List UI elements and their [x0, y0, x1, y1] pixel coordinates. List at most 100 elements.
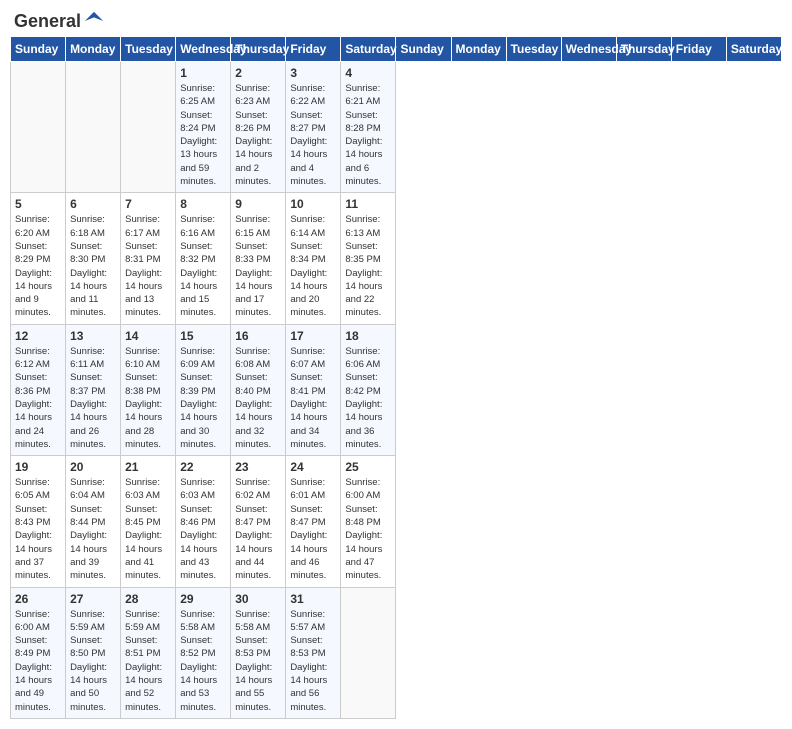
day-number: 20	[70, 460, 116, 474]
col-header-thursday: Thursday	[616, 37, 671, 62]
day-number: 13	[70, 329, 116, 343]
day-info: Sunrise: 6:00 AM Sunset: 8:48 PM Dayligh…	[345, 476, 391, 582]
day-number: 17	[290, 329, 336, 343]
calendar-cell: 4 Sunrise: 6:21 AM Sunset: 8:28 PM Daylig…	[341, 62, 396, 193]
calendar-cell: 18 Sunrise: 6:06 AM Sunset: 8:42 PM Dayli…	[341, 324, 396, 455]
day-number: 3	[290, 66, 336, 80]
calendar-cell: 21 Sunrise: 6:03 AM Sunset: 8:45 PM Dayli…	[121, 456, 176, 587]
calendar-cell: 1Sunrise: 6:25 AM Sunset: 8:24 PM Daylig…	[176, 62, 231, 193]
calendar-cell: 10 Sunrise: 6:14 AM Sunset: 8:34 PM Dayli…	[286, 193, 341, 324]
calendar-cell: 13Sunrise: 6:11 AM Sunset: 8:37 PM Dayli…	[66, 324, 121, 455]
header-sunday: Sunday	[11, 37, 66, 62]
day-number: 16	[235, 329, 281, 343]
day-number: 5	[15, 197, 61, 211]
calendar-cell	[341, 587, 396, 718]
day-number: 11	[345, 197, 391, 211]
day-info: Sunrise: 6:13 AM Sunset: 8:35 PM Dayligh…	[345, 213, 391, 319]
calendar-cell: 2Sunrise: 6:23 AM Sunset: 8:26 PM Daylig…	[231, 62, 286, 193]
day-info: Sunrise: 6:18 AM Sunset: 8:30 PM Dayligh…	[70, 213, 116, 319]
col-header-saturday: Saturday	[726, 37, 781, 62]
day-info: Sunrise: 6:03 AM Sunset: 8:45 PM Dayligh…	[125, 476, 171, 582]
day-info: Sunrise: 6:04 AM Sunset: 8:44 PM Dayligh…	[70, 476, 116, 582]
logo-general: General	[14, 11, 81, 32]
day-number: 12	[15, 329, 61, 343]
header-tuesday: Tuesday	[121, 37, 176, 62]
calendar-week-row: 1Sunrise: 6:25 AM Sunset: 8:24 PM Daylig…	[11, 62, 782, 193]
header-saturday: Saturday	[341, 37, 396, 62]
day-number: 29	[180, 592, 226, 606]
calendar-cell: 16 Sunrise: 6:08 AM Sunset: 8:40 PM Dayli…	[231, 324, 286, 455]
day-number: 15	[180, 329, 226, 343]
day-info: Sunrise: 6:12 AM Sunset: 8:36 PM Dayligh…	[15, 345, 61, 451]
calendar-cell: 23 Sunrise: 6:02 AM Sunset: 8:47 PM Dayli…	[231, 456, 286, 587]
col-header-friday: Friday	[671, 37, 726, 62]
calendar-cell: 11 Sunrise: 6:13 AM Sunset: 8:35 PM Dayli…	[341, 193, 396, 324]
calendar-week-row: 26 Sunrise: 6:00 AM Sunset: 8:49 PM Dayli…	[11, 587, 782, 718]
day-info: Sunrise: 6:25 AM Sunset: 8:24 PM Dayligh…	[180, 82, 226, 188]
calendar-cell: 25Sunrise: 6:00 AM Sunset: 8:48 PM Dayli…	[341, 456, 396, 587]
day-info: Sunrise: 6:00 AM Sunset: 8:49 PM Dayligh…	[15, 608, 61, 714]
col-header-monday: Monday	[451, 37, 506, 62]
calendar-cell: 19 Sunrise: 6:05 AM Sunset: 8:43 PM Dayli…	[11, 456, 66, 587]
day-info: Sunrise: 5:57 AM Sunset: 8:53 PM Dayligh…	[290, 608, 336, 714]
day-info: Sunrise: 6:14 AM Sunset: 8:34 PM Dayligh…	[290, 213, 336, 319]
logo-icon	[83, 10, 105, 32]
day-number: 22	[180, 460, 226, 474]
logo: General	[14, 10, 105, 28]
day-number: 23	[235, 460, 281, 474]
day-info: Sunrise: 5:59 AM Sunset: 8:50 PM Dayligh…	[70, 608, 116, 714]
day-info: Sunrise: 5:58 AM Sunset: 8:52 PM Dayligh…	[180, 608, 226, 714]
day-number: 14	[125, 329, 171, 343]
calendar-week-row: 5 Sunrise: 6:20 AM Sunset: 8:29 PM Daylig…	[11, 193, 782, 324]
calendar-cell: 12 Sunrise: 6:12 AM Sunset: 8:36 PM Dayli…	[11, 324, 66, 455]
col-header-tuesday: Tuesday	[506, 37, 561, 62]
calendar-cell: 7Sunrise: 6:17 AM Sunset: 8:31 PM Daylig…	[121, 193, 176, 324]
day-info: Sunrise: 6:10 AM Sunset: 8:38 PM Dayligh…	[125, 345, 171, 451]
day-number: 10	[290, 197, 336, 211]
day-info: Sunrise: 6:02 AM Sunset: 8:47 PM Dayligh…	[235, 476, 281, 582]
day-info: Sunrise: 5:58 AM Sunset: 8:53 PM Dayligh…	[235, 608, 281, 714]
calendar-cell: 31 Sunrise: 5:57 AM Sunset: 8:53 PM Dayli…	[286, 587, 341, 718]
calendar-cell: 5 Sunrise: 6:20 AM Sunset: 8:29 PM Daylig…	[11, 193, 66, 324]
day-info: Sunrise: 6:01 AM Sunset: 8:47 PM Dayligh…	[290, 476, 336, 582]
calendar-cell: 6Sunrise: 6:18 AM Sunset: 8:30 PM Daylig…	[66, 193, 121, 324]
day-info: Sunrise: 6:03 AM Sunset: 8:46 PM Dayligh…	[180, 476, 226, 582]
calendar-cell: 14 Sunrise: 6:10 AM Sunset: 8:38 PM Dayli…	[121, 324, 176, 455]
calendar-cell: 29 Sunrise: 5:58 AM Sunset: 8:52 PM Dayli…	[176, 587, 231, 718]
calendar-cell: 26 Sunrise: 6:00 AM Sunset: 8:49 PM Dayli…	[11, 587, 66, 718]
header-thursday: Thursday	[231, 37, 286, 62]
calendar-cell: 15 Sunrise: 6:09 AM Sunset: 8:39 PM Dayli…	[176, 324, 231, 455]
calendar-cell: 28 Sunrise: 5:59 AM Sunset: 8:51 PM Dayli…	[121, 587, 176, 718]
day-number: 28	[125, 592, 171, 606]
calendar-table: SundayMondayTuesdayWednesdayThursdayFrid…	[10, 36, 782, 719]
calendar-cell	[121, 62, 176, 193]
calendar-week-row: 12 Sunrise: 6:12 AM Sunset: 8:36 PM Dayli…	[11, 324, 782, 455]
day-info: Sunrise: 6:08 AM Sunset: 8:40 PM Dayligh…	[235, 345, 281, 451]
header-monday: Monday	[66, 37, 121, 62]
calendar-cell: 30Sunrise: 5:58 AM Sunset: 8:53 PM Dayli…	[231, 587, 286, 718]
day-number: 18	[345, 329, 391, 343]
calendar-cell: 24Sunrise: 6:01 AM Sunset: 8:47 PM Dayli…	[286, 456, 341, 587]
day-info: Sunrise: 6:17 AM Sunset: 8:31 PM Dayligh…	[125, 213, 171, 319]
calendar-cell: 17Sunrise: 6:07 AM Sunset: 8:41 PM Dayli…	[286, 324, 341, 455]
day-info: Sunrise: 6:05 AM Sunset: 8:43 PM Dayligh…	[15, 476, 61, 582]
day-number: 26	[15, 592, 61, 606]
day-info: Sunrise: 6:06 AM Sunset: 8:42 PM Dayligh…	[345, 345, 391, 451]
day-info: Sunrise: 6:20 AM Sunset: 8:29 PM Dayligh…	[15, 213, 61, 319]
calendar-cell: 22 Sunrise: 6:03 AM Sunset: 8:46 PM Dayli…	[176, 456, 231, 587]
calendar-cell: 20 Sunrise: 6:04 AM Sunset: 8:44 PM Dayli…	[66, 456, 121, 587]
col-header-wednesday: Wednesday	[561, 37, 616, 62]
day-number: 21	[125, 460, 171, 474]
calendar-cell: 9Sunrise: 6:15 AM Sunset: 8:33 PM Daylig…	[231, 193, 286, 324]
day-info: Sunrise: 5:59 AM Sunset: 8:51 PM Dayligh…	[125, 608, 171, 714]
day-number: 19	[15, 460, 61, 474]
day-number: 8	[180, 197, 226, 211]
col-header-sunday: Sunday	[396, 37, 451, 62]
day-number: 4	[345, 66, 391, 80]
day-number: 9	[235, 197, 281, 211]
calendar-cell: 27Sunrise: 5:59 AM Sunset: 8:50 PM Dayli…	[66, 587, 121, 718]
day-info: Sunrise: 6:22 AM Sunset: 8:27 PM Dayligh…	[290, 82, 336, 188]
day-number: 31	[290, 592, 336, 606]
day-info: Sunrise: 6:09 AM Sunset: 8:39 PM Dayligh…	[180, 345, 226, 451]
day-info: Sunrise: 6:21 AM Sunset: 8:28 PM Dayligh…	[345, 82, 391, 188]
